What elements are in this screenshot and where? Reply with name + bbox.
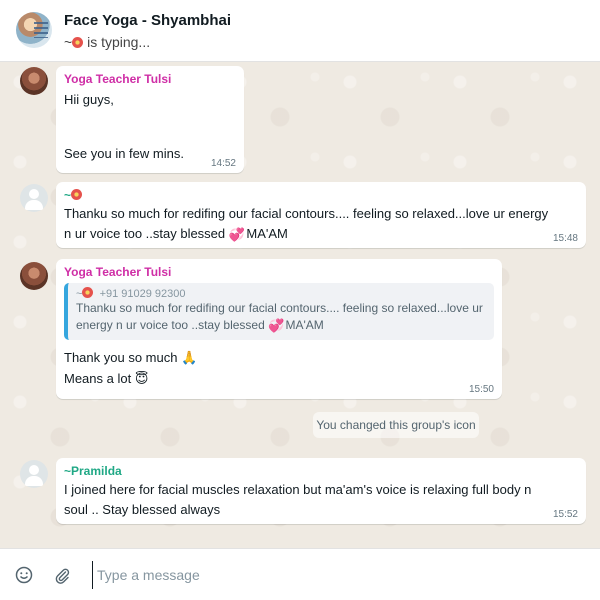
paperclip-icon[interactable] <box>50 563 74 587</box>
smiley-icon[interactable] <box>12 563 36 587</box>
message-text: Means a lot 😇 <box>64 371 149 387</box>
quoted-message[interactable]: ~ +91 91029 92300 Thanku so much for red… <box>64 283 494 340</box>
message-list[interactable]: Yoga Teacher Tulsi Hii guys, See you in … <box>0 62 600 548</box>
message-bubble[interactable]: Yoga Teacher Tulsi ~ +91 91029 92300 Tha… <box>56 259 502 399</box>
group-title[interactable]: Face Yoga - Shyambhai <box>64 12 231 29</box>
message-bubble[interactable]: Yoga Teacher Tulsi Hii guys, See you in … <box>56 66 244 173</box>
heart-emoji-icon: 💞 <box>268 319 285 334</box>
avatar[interactable] <box>20 460 48 488</box>
typing-indicator: ~ is typing... <box>64 34 150 50</box>
avatar[interactable] <box>20 67 48 95</box>
message-input[interactable] <box>92 561 582 589</box>
message-text: n ur voice too ..stay blessed 💞 MA'AM <box>64 226 288 243</box>
chat-header[interactable]: Face Yoga - Shyambhai ~ is typing... <box>0 0 600 62</box>
message-text: Thank you so much 🙏 <box>64 350 198 366</box>
message-text: soul .. Stay blessed always <box>64 502 221 517</box>
avatar[interactable] <box>20 262 48 290</box>
group-avatar[interactable] <box>16 12 52 48</box>
message-sender[interactable]: Yoga Teacher Tulsi <box>64 72 236 86</box>
flower-emoji-icon <box>71 189 83 200</box>
system-message: You changed this group's icon <box>313 412 479 438</box>
message-time: 15:50 <box>468 384 494 395</box>
quoted-text: Thanku so much for redifing our facial c… <box>76 301 483 315</box>
quoted-sender: ~ +91 91029 92300 <box>76 287 186 300</box>
message-bubble[interactable]: ~ Thanku so much for redifing our facial… <box>56 182 586 248</box>
message-bubble[interactable]: ~Pramilda I joined here for facial muscl… <box>56 458 586 524</box>
message-sender[interactable]: ~Pramilda <box>64 464 578 478</box>
compose-bar <box>0 548 600 600</box>
avatar[interactable] <box>20 184 48 212</box>
message-time: 14:52 <box>210 158 236 169</box>
message-time: 15:48 <box>552 233 578 244</box>
message-sender[interactable]: ~ <box>64 188 578 202</box>
heart-emoji-icon: 💞 <box>228 228 245 243</box>
flower-emoji-icon <box>82 287 94 298</box>
flower-emoji-icon <box>72 37 84 48</box>
message-text: Thanku so much for redifing our facial c… <box>64 206 549 221</box>
pray-emoji-icon: 🙏 <box>181 351 198 366</box>
typing-text: is typing... <box>87 34 151 50</box>
message-text: Hii guys, <box>64 92 114 107</box>
message-time: 15:52 <box>552 509 578 520</box>
typing-sender-prefix: ~ <box>64 34 73 50</box>
smile-emoji-icon: 😇 <box>134 372 149 387</box>
quoted-text: energy n ur voice too ..stay blessed 💞 M… <box>76 318 324 334</box>
message-sender[interactable]: Yoga Teacher Tulsi <box>64 265 494 279</box>
message-text: I joined here for facial muscles relaxat… <box>64 482 532 497</box>
